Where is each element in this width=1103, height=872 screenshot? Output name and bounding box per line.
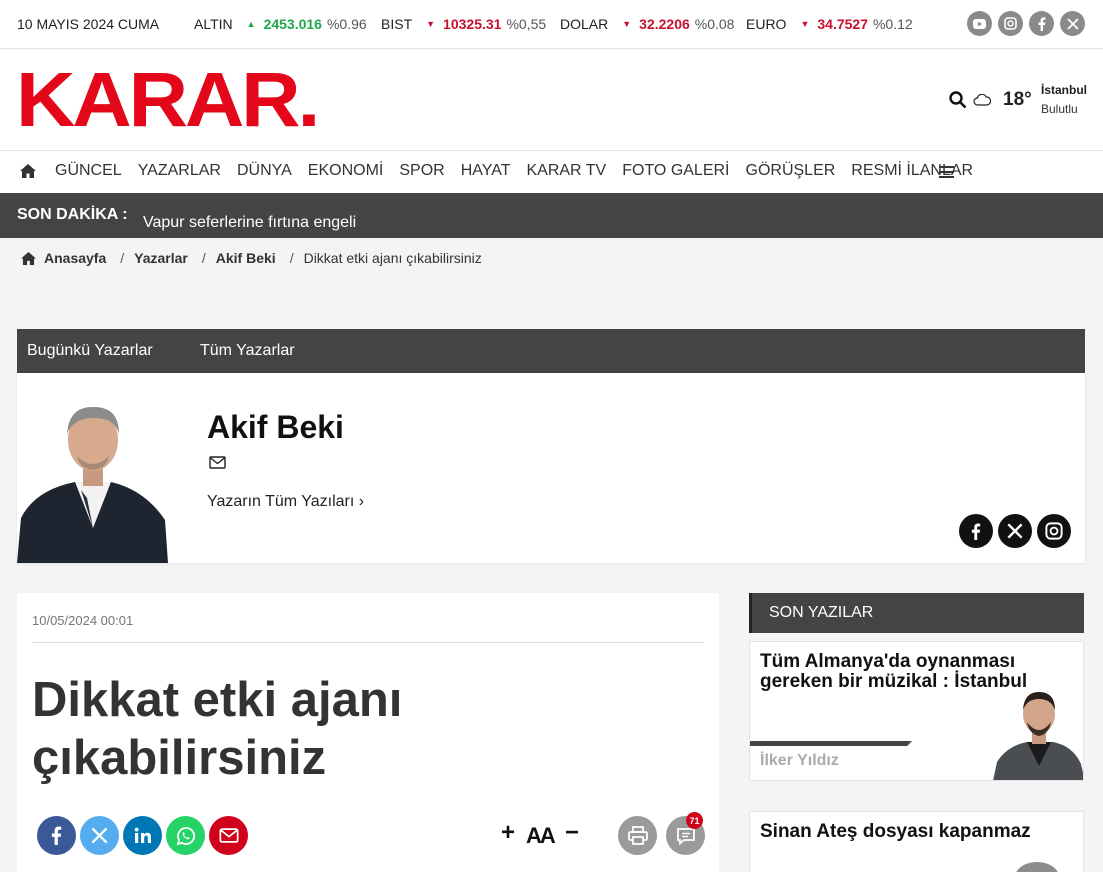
print-icon[interactable] — [618, 816, 657, 855]
article-date: 10/05/2024 00:01 — [32, 613, 134, 628]
breadcrumb-current: Dikkat etki ajanı çıkabilirsiniz — [303, 250, 482, 266]
author-all-posts-link[interactable]: Yazarın Tüm Yazıları › — [207, 493, 364, 511]
tab-bugunku-yazarlar[interactable]: Bugünkü Yazarlar — [27, 342, 153, 360]
breadcrumb-separator: / — [201, 250, 206, 266]
share-whatsapp-icon[interactable] — [166, 816, 205, 855]
breaking-news-bar: SON DAKİKA : Vapur seferlerine fırtına e… — [0, 193, 1103, 238]
x-icon[interactable] — [998, 514, 1032, 548]
market-value: 32.2206 — [639, 16, 690, 32]
facebook-icon[interactable] — [1029, 11, 1054, 36]
nav-item-gorusler[interactable]: GÖRÜŞLER — [746, 162, 836, 180]
market-name: EURO — [746, 16, 787, 32]
site-logo[interactable]: KARAR. — [16, 62, 320, 139]
share-facebook-icon[interactable] — [37, 816, 76, 855]
author-name: Akif Beki — [207, 409, 344, 445]
sidebar-card[interactable]: Tüm Almanya'da oynanması gereken bir müz… — [749, 641, 1084, 781]
breadcrumb-separator: / — [120, 250, 125, 266]
breadcrumb-author[interactable]: Akif Beki — [216, 250, 276, 266]
nav-item-ekonomi[interactable]: EKONOMİ — [308, 162, 384, 180]
share-email-icon[interactable] — [209, 816, 248, 855]
market-ticker-bar: 10 MAYIS 2024 CUMA ALTIN ▲ 2453.016 %0.96 B… — [0, 0, 1103, 49]
market-altin[interactable]: ALTIN ▲ 2453.016 %0.96 — [194, 16, 367, 32]
nav-item-foto-galeri[interactable]: FOTO GALERİ — [622, 162, 729, 180]
nav-item-guncel[interactable]: GÜNCEL — [55, 162, 122, 180]
market-value: 34.7527 — [817, 16, 868, 32]
facebook-icon[interactable] — [959, 514, 993, 548]
market-value: 2453.016 — [263, 16, 322, 32]
market-bist[interactable]: BIST ▼ 10325.31 %0,55 — [381, 16, 546, 32]
market-dolar[interactable]: DOLAR ▼ 32.2206 %0.08 — [560, 16, 734, 32]
market-name: ALTIN — [194, 16, 233, 32]
home-icon[interactable] — [20, 164, 36, 183]
article-container: 10/05/2024 00:01 Dikkat etki ajanı çıkab… — [17, 593, 719, 872]
breadcrumb-section[interactable]: Yazarlar — [134, 250, 188, 266]
nav-item-resmi-ilanlar[interactable]: RESMİ İLANLAR — [851, 162, 973, 180]
instagram-icon[interactable] — [998, 11, 1023, 36]
share-linkedin-icon[interactable] — [123, 816, 162, 855]
site-header: KARAR. 18° İstanbul Bulutlu — [0, 50, 1103, 150]
arrow-down-icon: ▼ — [426, 19, 436, 29]
sidebar-heading: SON YAZILAR — [749, 593, 1084, 633]
market-name: DOLAR — [560, 16, 609, 32]
market-change: %0.96 — [326, 16, 367, 32]
nav-item-dunya[interactable]: DÜNYA — [237, 162, 292, 180]
card-title: Sinan Ateş dosyası kapanmaz — [760, 821, 1031, 842]
breaking-headline[interactable]: Vapur seferlerine fırtına engeli — [143, 214, 356, 232]
current-date: 10 MAYIS 2024 CUMA — [17, 16, 160, 32]
card-author: İlker Yıldız — [760, 752, 839, 769]
arrow-down-icon: ▼ — [622, 19, 632, 29]
weather-temperature: 18° — [1003, 89, 1032, 110]
breadcrumb-home[interactable]: Anasayfa — [44, 250, 106, 266]
home-icon[interactable] — [21, 251, 36, 265]
nav-item-spor[interactable]: SPOR — [399, 162, 444, 180]
instagram-icon[interactable] — [1037, 514, 1071, 548]
breadcrumb: Anasayfa / Yazarlar / Akif Beki / Dikkat… — [21, 250, 482, 266]
article-title: Dikkat etki ajanı çıkabilirsiniz — [32, 673, 403, 785]
card-author-photo — [993, 686, 1083, 780]
market-change: %0.08 — [694, 16, 735, 32]
nav-item-hayat[interactable]: HAYAT — [461, 162, 511, 180]
font-decrease-button[interactable]: − — [565, 819, 579, 847]
font-size-icon[interactable]: AA — [526, 823, 556, 849]
market-euro[interactable]: EURO ▼ 34.7527 %0.12 — [746, 16, 913, 32]
menu-icon[interactable] — [939, 165, 954, 183]
arrow-down-icon: ▼ — [800, 19, 810, 29]
weather-condition: Bulutlu — [1041, 102, 1078, 116]
divider — [32, 642, 704, 643]
youtube-icon[interactable] — [967, 11, 992, 36]
market-name: BIST — [381, 16, 413, 32]
cloud-icon — [973, 93, 992, 111]
comment-count-badge: 71 — [686, 812, 703, 829]
sidebar-card[interactable]: Sinan Ateş dosyası kapanmaz — [749, 811, 1084, 872]
card-author-photo — [1015, 862, 1059, 872]
font-increase-button[interactable]: + — [501, 819, 515, 847]
main-nav: GÜNCEL YAZARLAR DÜNYA EKONOMİ SPOR HAYAT… — [0, 150, 1103, 193]
tab-tum-yazarlar[interactable]: Tüm Yazarlar — [200, 342, 295, 360]
market-change: %0,55 — [506, 16, 547, 32]
share-x-icon[interactable] — [80, 816, 119, 855]
search-icon[interactable] — [949, 91, 967, 114]
nav-item-yazarlar[interactable]: YAZARLAR — [138, 162, 221, 180]
weather-city: İstanbul — [1041, 83, 1088, 97]
breaking-label: SON DAKİKA : — [17, 206, 128, 223]
card-stripe — [750, 741, 912, 746]
arrow-up-icon: ▲ — [246, 19, 256, 29]
x-icon[interactable] — [1060, 11, 1085, 36]
email-icon[interactable] — [209, 456, 226, 474]
author-photo — [17, 398, 168, 563]
nav-item-karar-tv[interactable]: KARAR TV — [526, 162, 606, 180]
breadcrumb-separator: / — [289, 250, 294, 266]
nav-list: GÜNCEL YAZARLAR DÜNYA EKONOMİ SPOR HAYAT… — [47, 162, 981, 180]
sidebar-heading-label: SON YAZILAR — [769, 604, 874, 621]
market-value: 10325.31 — [443, 16, 502, 32]
author-tabs: Bugünkü Yazarlar Tüm Yazarlar — [17, 329, 1085, 373]
author-box: Akif Beki Yazarın Tüm Yazıları › — [17, 373, 1085, 563]
market-change: %0.12 — [872, 16, 913, 32]
